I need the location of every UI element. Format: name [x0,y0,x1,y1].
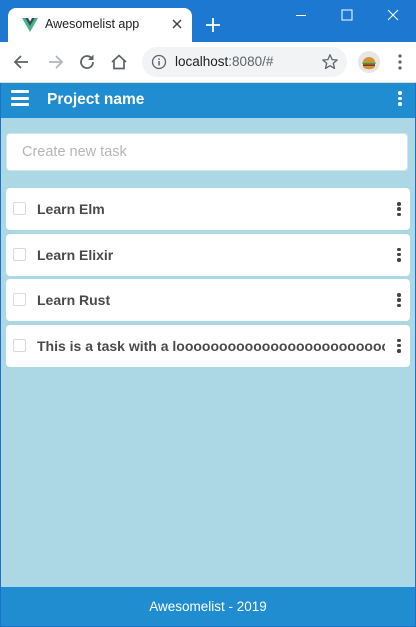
project-title: Project name [47,91,145,108]
home-icon[interactable] [109,52,129,72]
task-checkbox[interactable] [13,293,26,306]
task-item[interactable]: Learn Elm [6,188,410,230]
new-tab-icon[interactable] [204,16,222,34]
task-checkbox[interactable] [13,247,26,261]
task-menu-icon[interactable] [396,338,402,355]
info-icon[interactable] [151,54,167,70]
task-menu-icon[interactable] [396,202,402,218]
address-bar[interactable]: localhost:8080/# [142,47,347,77]
task-list: Learn Elm Learn Elixir Learn Rust This i… [6,188,410,370]
task-title[interactable]: Learn Rust [37,292,385,308]
task-title[interactable]: This is a task with a looooooooooooooooo… [37,338,385,354]
reload-icon[interactable] [77,52,97,72]
task-item[interactable]: Learn Elixir [6,233,410,276]
burger-avatar-icon [362,57,376,70]
task-checkbox[interactable] [13,202,26,215]
task-menu-icon[interactable] [396,293,402,309]
forward-icon[interactable] [45,52,65,72]
browser-menu-icon[interactable] [394,52,406,72]
minimize-icon[interactable] [278,0,324,32]
app-footer: Awesomelist - 2019 [1,587,415,626]
close-window-icon[interactable] [370,0,416,32]
back-icon[interactable] [12,52,32,72]
task-menu-icon[interactable] [396,247,402,264]
project-menu-icon[interactable] [397,91,403,109]
app-container: Project name Learn Elm Learn Elixir [1,83,415,626]
task-item[interactable]: Learn Rust [6,279,410,321]
maximize-icon[interactable] [324,0,370,32]
vue-logo-icon [22,18,38,32]
profile-avatar[interactable] [358,51,380,73]
browser-toolbar: localhost:8080/# [0,42,416,83]
title-bar: Awesomelist app [0,0,416,42]
task-checkbox[interactable] [13,338,26,352]
hamburger-menu-icon[interactable] [11,90,29,106]
footer-text: Awesomelist - 2019 [149,599,267,614]
app-header: Project name [1,83,415,118]
task-title[interactable]: Learn Elm [37,201,385,217]
browser-tab[interactable]: Awesomelist app [8,8,192,42]
bookmark-star-icon[interactable] [321,53,339,71]
new-task-input[interactable] [6,133,408,171]
task-title[interactable]: Learn Elixir [37,247,385,263]
tab-title: Awesomelist app [45,17,140,31]
close-tab-icon[interactable] [170,17,184,31]
url-host: localhost [175,54,229,69]
url-text: localhost:8080/# [175,54,273,69]
url-path: :8080/# [228,54,274,69]
task-item[interactable]: This is a task with a looooooooooooooooo… [6,324,410,367]
browser-window: Awesomelist app localhost:8080/# Project… [0,0,416,627]
